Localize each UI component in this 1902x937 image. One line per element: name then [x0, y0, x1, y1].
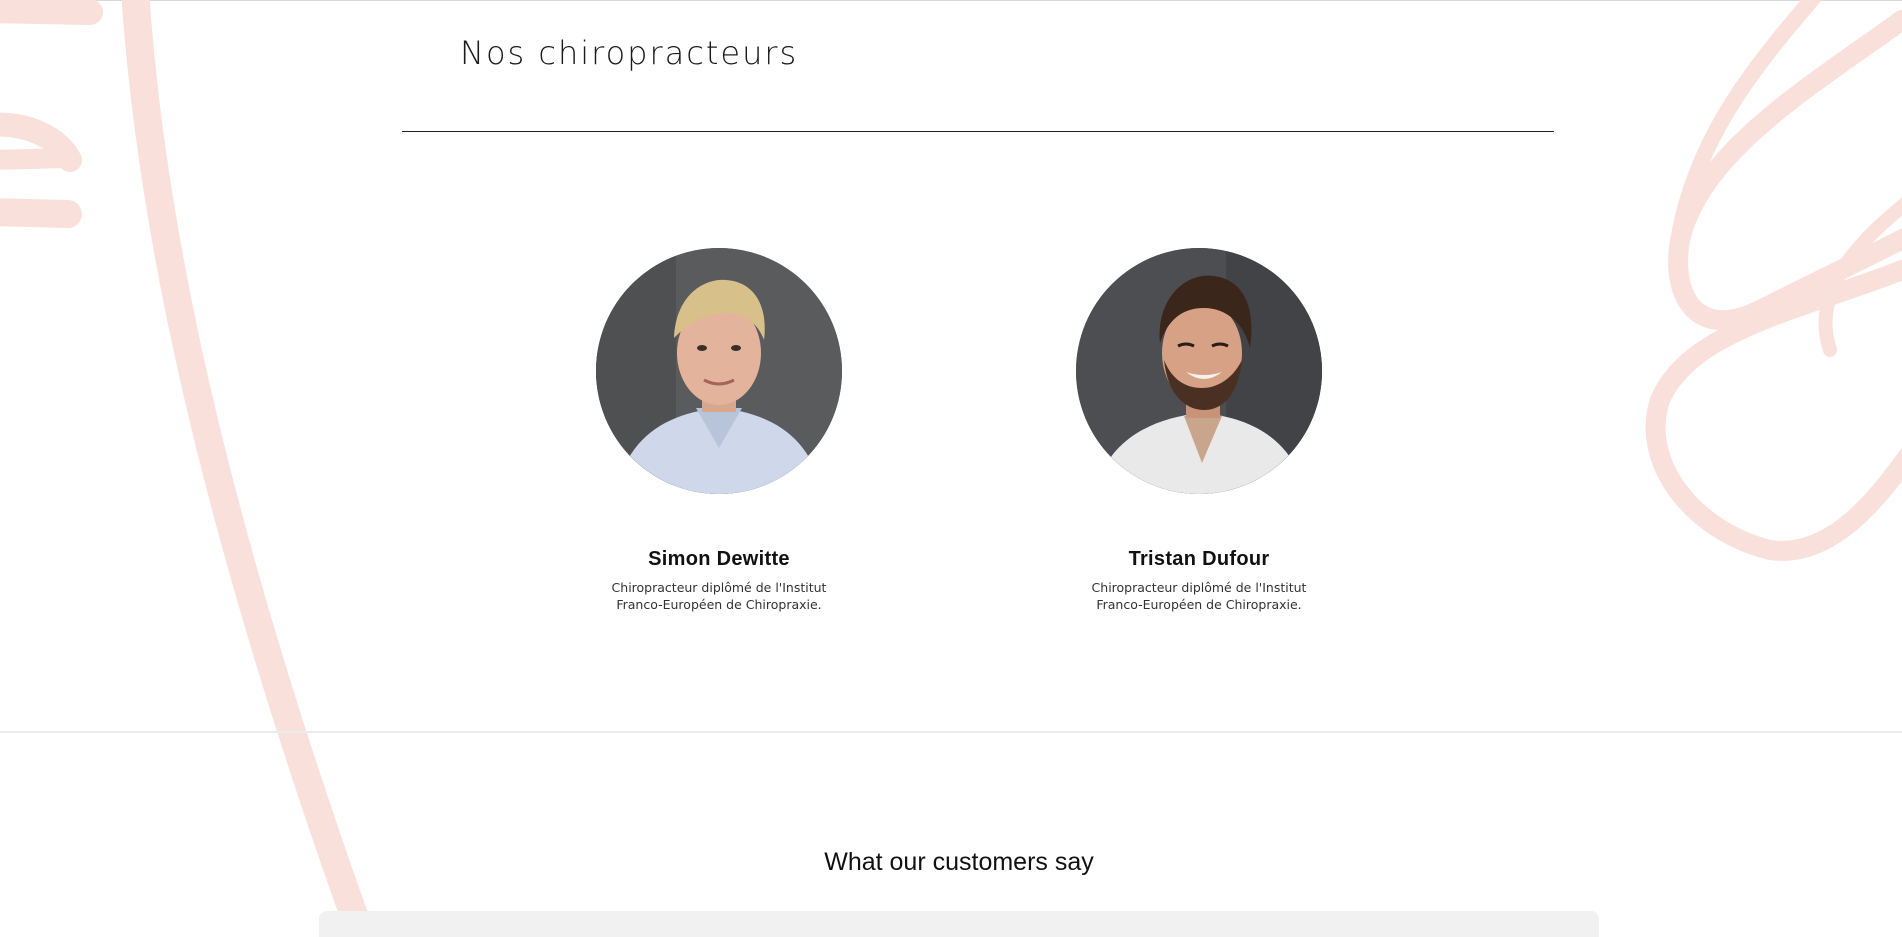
page: Nos chiropracteurs Simon Dewitte Chiropr…: [0, 0, 1902, 937]
title-divider: [402, 131, 1554, 132]
team-member-card: Simon Dewitte Chiropracteur diplômé de l…: [579, 248, 859, 613]
bio-line: Franco-Européen de Chiropraxie.: [1096, 597, 1302, 612]
team-member-name: Tristan Dufour: [1128, 548, 1270, 570]
team-member-card: Tristan Dufour Chiropracteur diplômé de …: [1059, 248, 1339, 613]
portrait-simon-image: [596, 248, 842, 494]
team-member-bio: Chiropracteur diplômé de l'Institut Fran…: [1079, 579, 1319, 613]
bio-line: Franco-Européen de Chiropraxie.: [616, 597, 822, 612]
section-divider: [0, 731, 1902, 733]
portrait-tristan-image: [1076, 248, 1322, 494]
team-member-bio: Chiropracteur diplômé de l'Institut Fran…: [599, 579, 839, 613]
bio-line: Chiropracteur diplômé de l'Institut: [611, 580, 827, 595]
bio-line: Chiropracteur diplômé de l'Institut: [1091, 580, 1307, 595]
testimonials-title: What our customers say: [824, 848, 1094, 876]
avatar: [596, 248, 842, 494]
content: Nos chiropracteurs Simon Dewitte Chiropr…: [0, 0, 1902, 937]
team-section-title: Nos chiropracteurs: [460, 34, 799, 72]
avatar: [1076, 248, 1322, 494]
team-member-name: Simon Dewitte: [648, 548, 790, 570]
testimonials-panel: [319, 911, 1599, 937]
